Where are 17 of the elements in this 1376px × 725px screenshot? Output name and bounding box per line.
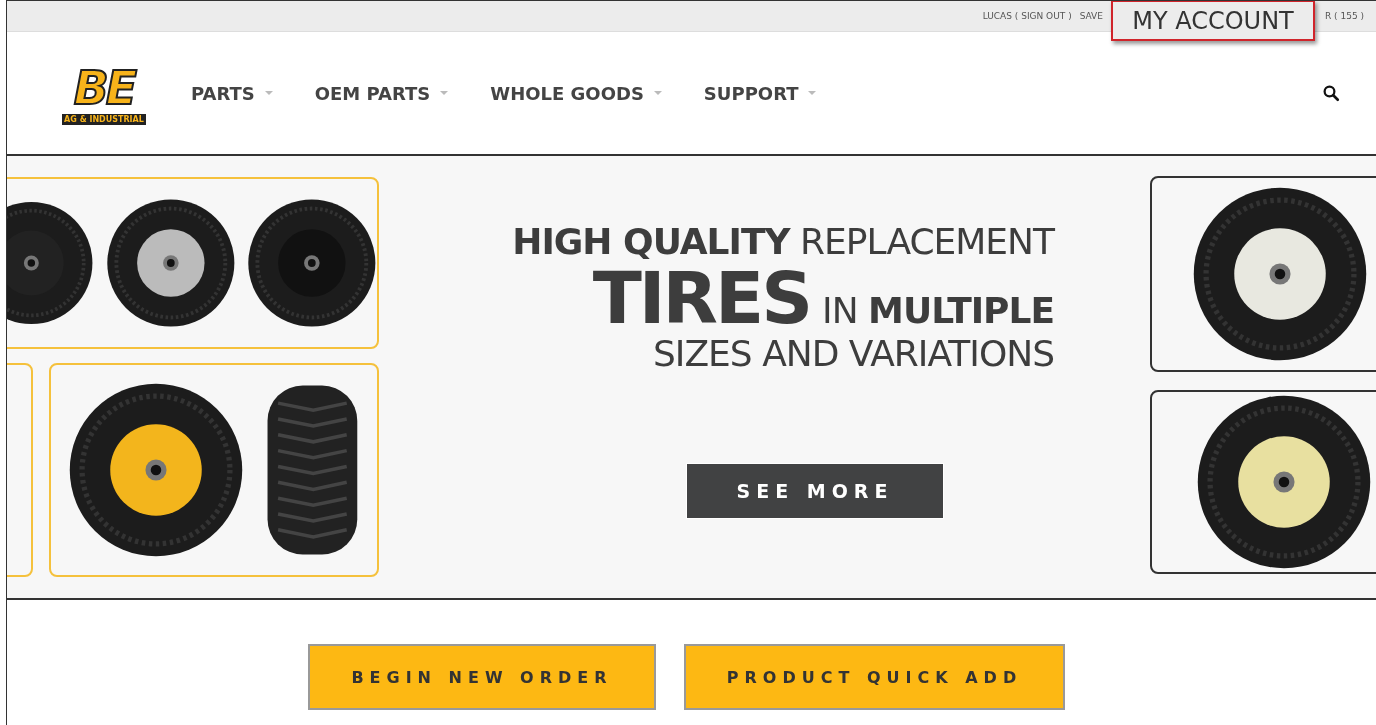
action-button[interactable]: BEGIN NEW ORDER <box>308 644 656 710</box>
account-link[interactable]: SAVE <box>1079 11 1103 21</box>
nav-menu-item[interactable]: SUPPORT <box>703 82 817 104</box>
my-account-callout: MY ACCOUNT <box>1111 1 1315 41</box>
hero-headline: HIGH QUALITY REPLACEMENT <box>512 222 1054 262</box>
action-button[interactable]: PRODUCT QUICK ADD <box>684 644 1065 710</box>
hero-headline: SIZES AND VARIATIONS <box>652 333 1054 374</box>
nav-menu-item[interactable]: WHOLE GOODS <box>490 82 662 104</box>
hero-big-word: TIRES <box>592 261 811 334</box>
nav-menu-item[interactable]: PARTS <box>191 82 273 104</box>
search-icon[interactable] <box>1322 84 1340 102</box>
nav-menu-item[interactable]: OEM PARTS <box>314 82 449 104</box>
hero-headline: IN MULTIPLE <box>822 290 1054 331</box>
account-link[interactable]: R ( 155 ) <box>1324 11 1364 21</box>
see-more-button[interactable]: SEE MORE <box>686 463 944 520</box>
logo[interactable]: BE AG & INDUSTRIAL <box>59 61 149 125</box>
account-link[interactable]: LUCAS ( SIGN OUT ) <box>982 11 1072 21</box>
